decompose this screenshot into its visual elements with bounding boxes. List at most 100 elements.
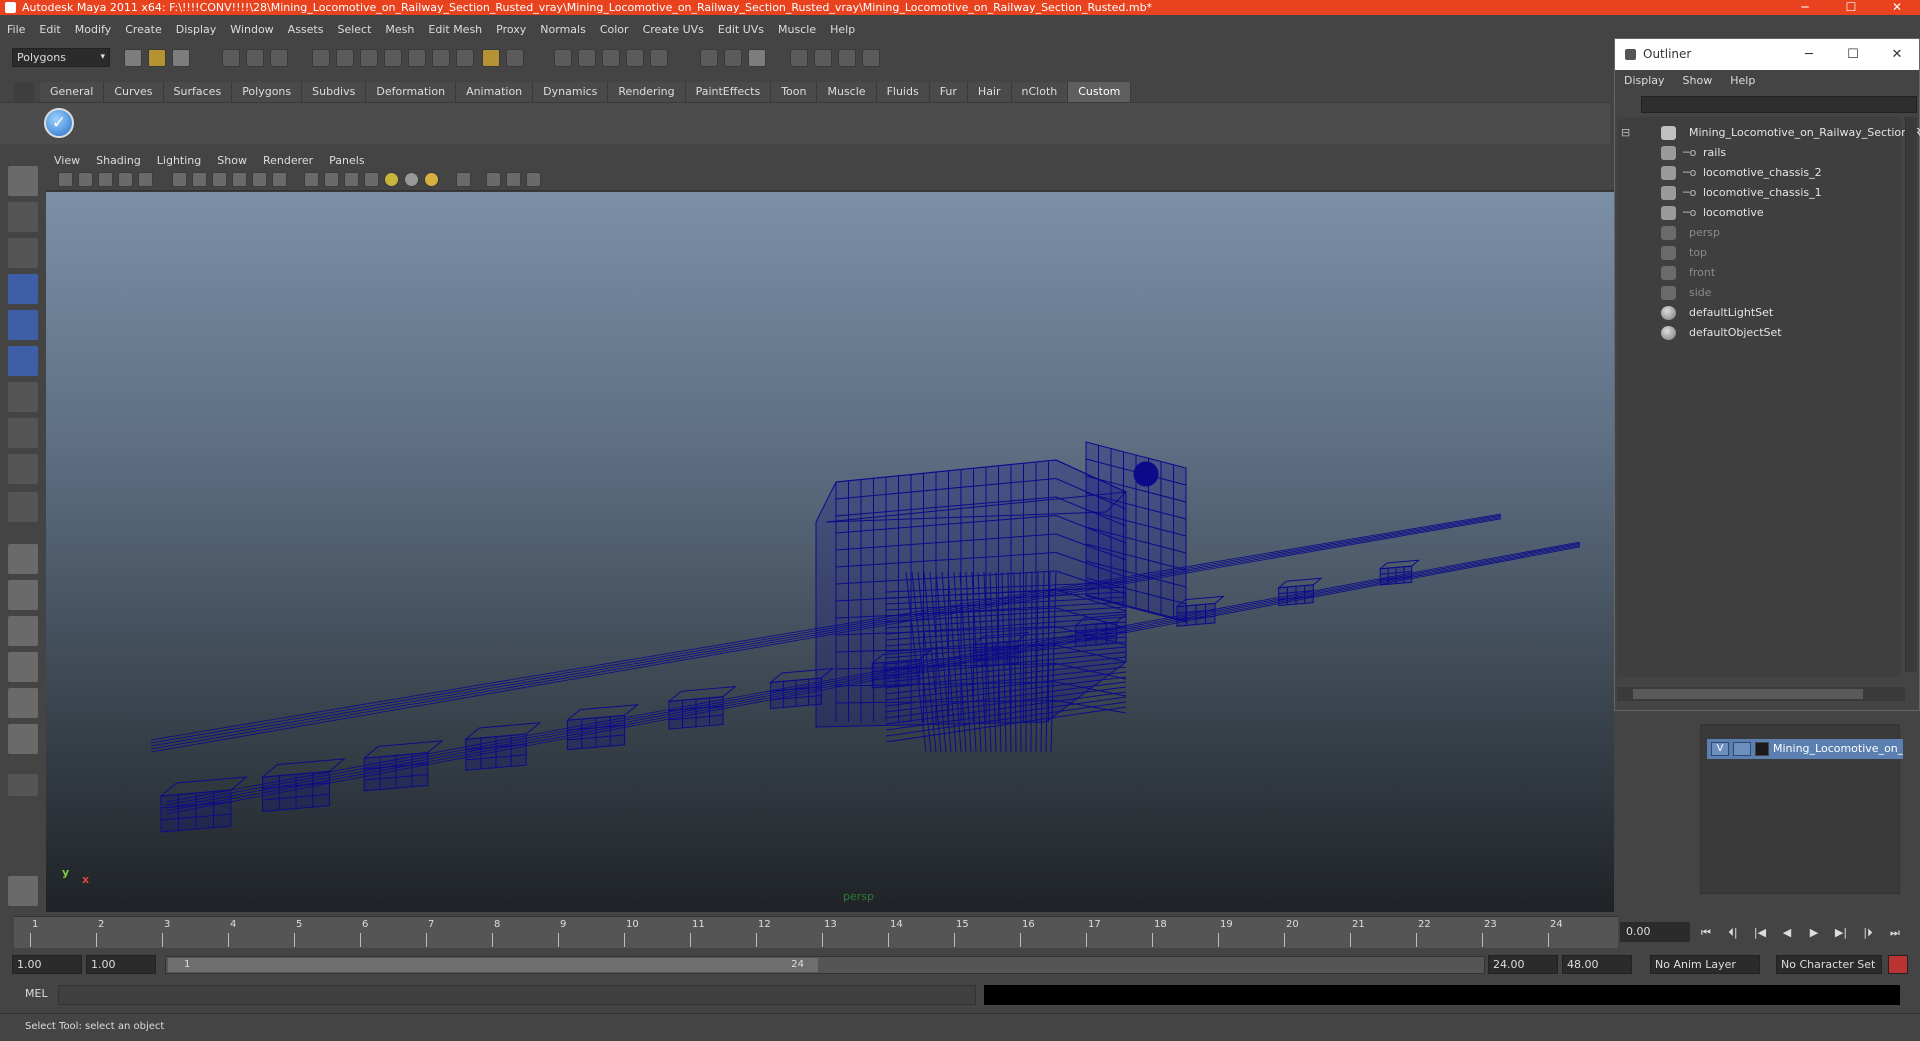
render-region-icon[interactable] (506, 49, 524, 67)
hypershade-layout-icon[interactable] (8, 688, 38, 718)
menu-set-select[interactable]: Polygons ▾ (12, 48, 110, 67)
menu-assets[interactable]: Assets (281, 21, 331, 39)
render-current-icon[interactable] (554, 49, 572, 67)
hypergraph-layout-icon[interactable] (8, 724, 38, 754)
tool-settings-icon[interactable] (724, 49, 742, 67)
outliner-row-default-object-set[interactable]: defaultObjectSet (1617, 323, 1901, 343)
perspective-view[interactable]: persp y x (46, 192, 1614, 912)
manipulator-tool-icon[interactable] (8, 382, 38, 412)
outliner-row-rails[interactable]: ─o rails (1617, 143, 1901, 163)
close-button[interactable]: ✕ (1874, 0, 1920, 15)
snap-grid-icon[interactable] (312, 49, 330, 67)
character-set-select[interactable]: No Character Set (1776, 955, 1882, 974)
viewport-menu-show[interactable]: Show (209, 152, 255, 169)
select-object-icon[interactable] (246, 49, 264, 67)
outliner-row-persp[interactable]: persp (1617, 223, 1901, 243)
graph-editor-layout-icon[interactable] (8, 652, 38, 682)
show-hide-channel-icon[interactable] (838, 49, 856, 67)
snap-point-icon[interactable] (360, 49, 378, 67)
camera-attributes-icon[interactable] (78, 172, 93, 187)
viewport-menu-view[interactable]: View (46, 152, 88, 169)
shelf-tab-muscle[interactable]: Muscle (817, 82, 877, 102)
shelf-tab-polygons[interactable]: Polygons (232, 82, 303, 102)
history-icon[interactable] (432, 49, 450, 67)
select-component-icon[interactable] (270, 49, 288, 67)
shelf-tab-toon[interactable]: Toon (771, 82, 818, 102)
scale-tool-icon[interactable] (8, 346, 38, 376)
rotate-tool-icon[interactable] (8, 310, 38, 340)
hypershade-icon[interactable] (626, 49, 644, 67)
menu-window[interactable]: Window (223, 21, 280, 39)
menu-normals[interactable]: Normals (533, 21, 593, 39)
shelf-tab-ncloth[interactable]: nCloth (1011, 82, 1069, 102)
save-scene-icon[interactable] (172, 49, 190, 67)
menu-help[interactable]: Help (823, 21, 862, 39)
step-forward-key-button[interactable]: |⏵ (1858, 925, 1878, 941)
move-tool-icon[interactable] (8, 274, 38, 304)
playback-end-field[interactable]: 24.00 (1488, 955, 1558, 974)
menu-edit[interactable]: Edit (32, 21, 67, 39)
menu-edit-uvs[interactable]: Edit UVs (711, 21, 771, 39)
minimize-button[interactable]: ─ (1782, 0, 1828, 15)
menu-muscle[interactable]: Muscle (771, 21, 823, 39)
viewport-menu-lighting[interactable]: Lighting (149, 152, 209, 169)
show-hide-layer-icon[interactable] (862, 49, 880, 67)
hud-icon[interactable] (526, 172, 541, 187)
outliner-vertical-scrollbar[interactable] (1905, 117, 1917, 672)
film-gate-icon[interactable] (172, 172, 187, 187)
outliner-minimize-button[interactable]: ─ (1789, 39, 1829, 70)
shelf-tab-animation[interactable]: Animation (456, 82, 534, 102)
outliner-row-side[interactable]: side (1617, 283, 1901, 303)
shelf-tab-fluids[interactable]: Fluids (876, 82, 930, 102)
shelf-tab-subdivs[interactable]: Subdivs (302, 82, 367, 102)
input-ops-icon[interactable] (482, 49, 500, 67)
auto-key-icon[interactable] (1888, 955, 1908, 974)
layer-playback-toggle[interactable] (1733, 742, 1751, 756)
viewport-menu-shading[interactable]: Shading (88, 152, 149, 169)
hotbox-icon[interactable] (8, 876, 38, 906)
shelf-tab-dynamics[interactable]: Dynamics (533, 82, 609, 102)
mel-command-input[interactable] (58, 985, 976, 1005)
layer-visibility-toggle[interactable]: V (1711, 742, 1729, 756)
shelf-tab-fur[interactable]: Fur (929, 82, 968, 102)
menu-modify[interactable]: Modify (68, 21, 118, 39)
collapse-icon[interactable]: ⊟ (1621, 123, 1630, 143)
gate-mask-icon[interactable] (212, 172, 227, 187)
ipr-render-icon[interactable] (578, 49, 596, 67)
safe-title-icon[interactable] (272, 172, 287, 187)
outliner-row-default-light-set[interactable]: defaultLightSet (1617, 303, 1901, 323)
lasso-tool-icon[interactable] (8, 202, 38, 232)
go-to-end-button[interactable]: ⏭ (1885, 925, 1905, 941)
show-hide-tool-icon[interactable] (814, 49, 832, 67)
use-default-light-icon[interactable] (384, 172, 399, 187)
outliner-menu-show[interactable]: Show (1674, 72, 1722, 90)
outliner-row-top[interactable]: top (1617, 243, 1901, 263)
select-camera-icon[interactable] (58, 172, 73, 187)
shelf-tab-rendering[interactable]: Rendering (608, 82, 686, 102)
display-layer-row[interactable]: V Mining_Locomotive_on_R (1707, 739, 1903, 759)
outliner-maximize-button[interactable]: ☐ (1833, 39, 1873, 70)
attribute-editor-icon[interactable] (700, 49, 718, 67)
animation-end-field[interactable]: 48.00 (1562, 955, 1632, 974)
channel-box-icon[interactable] (748, 49, 766, 67)
construction-history-icon[interactable] (456, 49, 474, 67)
outliner-menu-help[interactable]: Help (1721, 72, 1764, 90)
soft-modification-tool-icon[interactable] (8, 418, 38, 448)
step-back-frame-button[interactable]: |◀ (1750, 925, 1770, 941)
range-slider-thumb[interactable]: 1 24 (168, 958, 818, 972)
xray-icon[interactable] (486, 172, 501, 187)
menu-select[interactable]: Select (330, 21, 378, 39)
last-tool-icon[interactable] (8, 492, 38, 522)
show-hide-attr-icon[interactable] (790, 49, 808, 67)
show-manipulator-tool-icon[interactable] (8, 454, 38, 484)
menu-proxy[interactable]: Proxy (489, 21, 533, 39)
step-back-key-button[interactable]: ⏴| (1723, 925, 1743, 941)
snap-curve-icon[interactable] (336, 49, 354, 67)
check-icon[interactable]: ✓ (44, 108, 74, 138)
wireframe-icon[interactable] (304, 172, 319, 187)
animation-start-field[interactable]: 1.00 (12, 955, 82, 974)
snap-view-plane-icon[interactable] (384, 49, 402, 67)
paint-select-tool-icon[interactable] (8, 238, 38, 268)
render-view-icon[interactable] (650, 49, 668, 67)
scrollbar-thumb[interactable] (1633, 689, 1863, 699)
